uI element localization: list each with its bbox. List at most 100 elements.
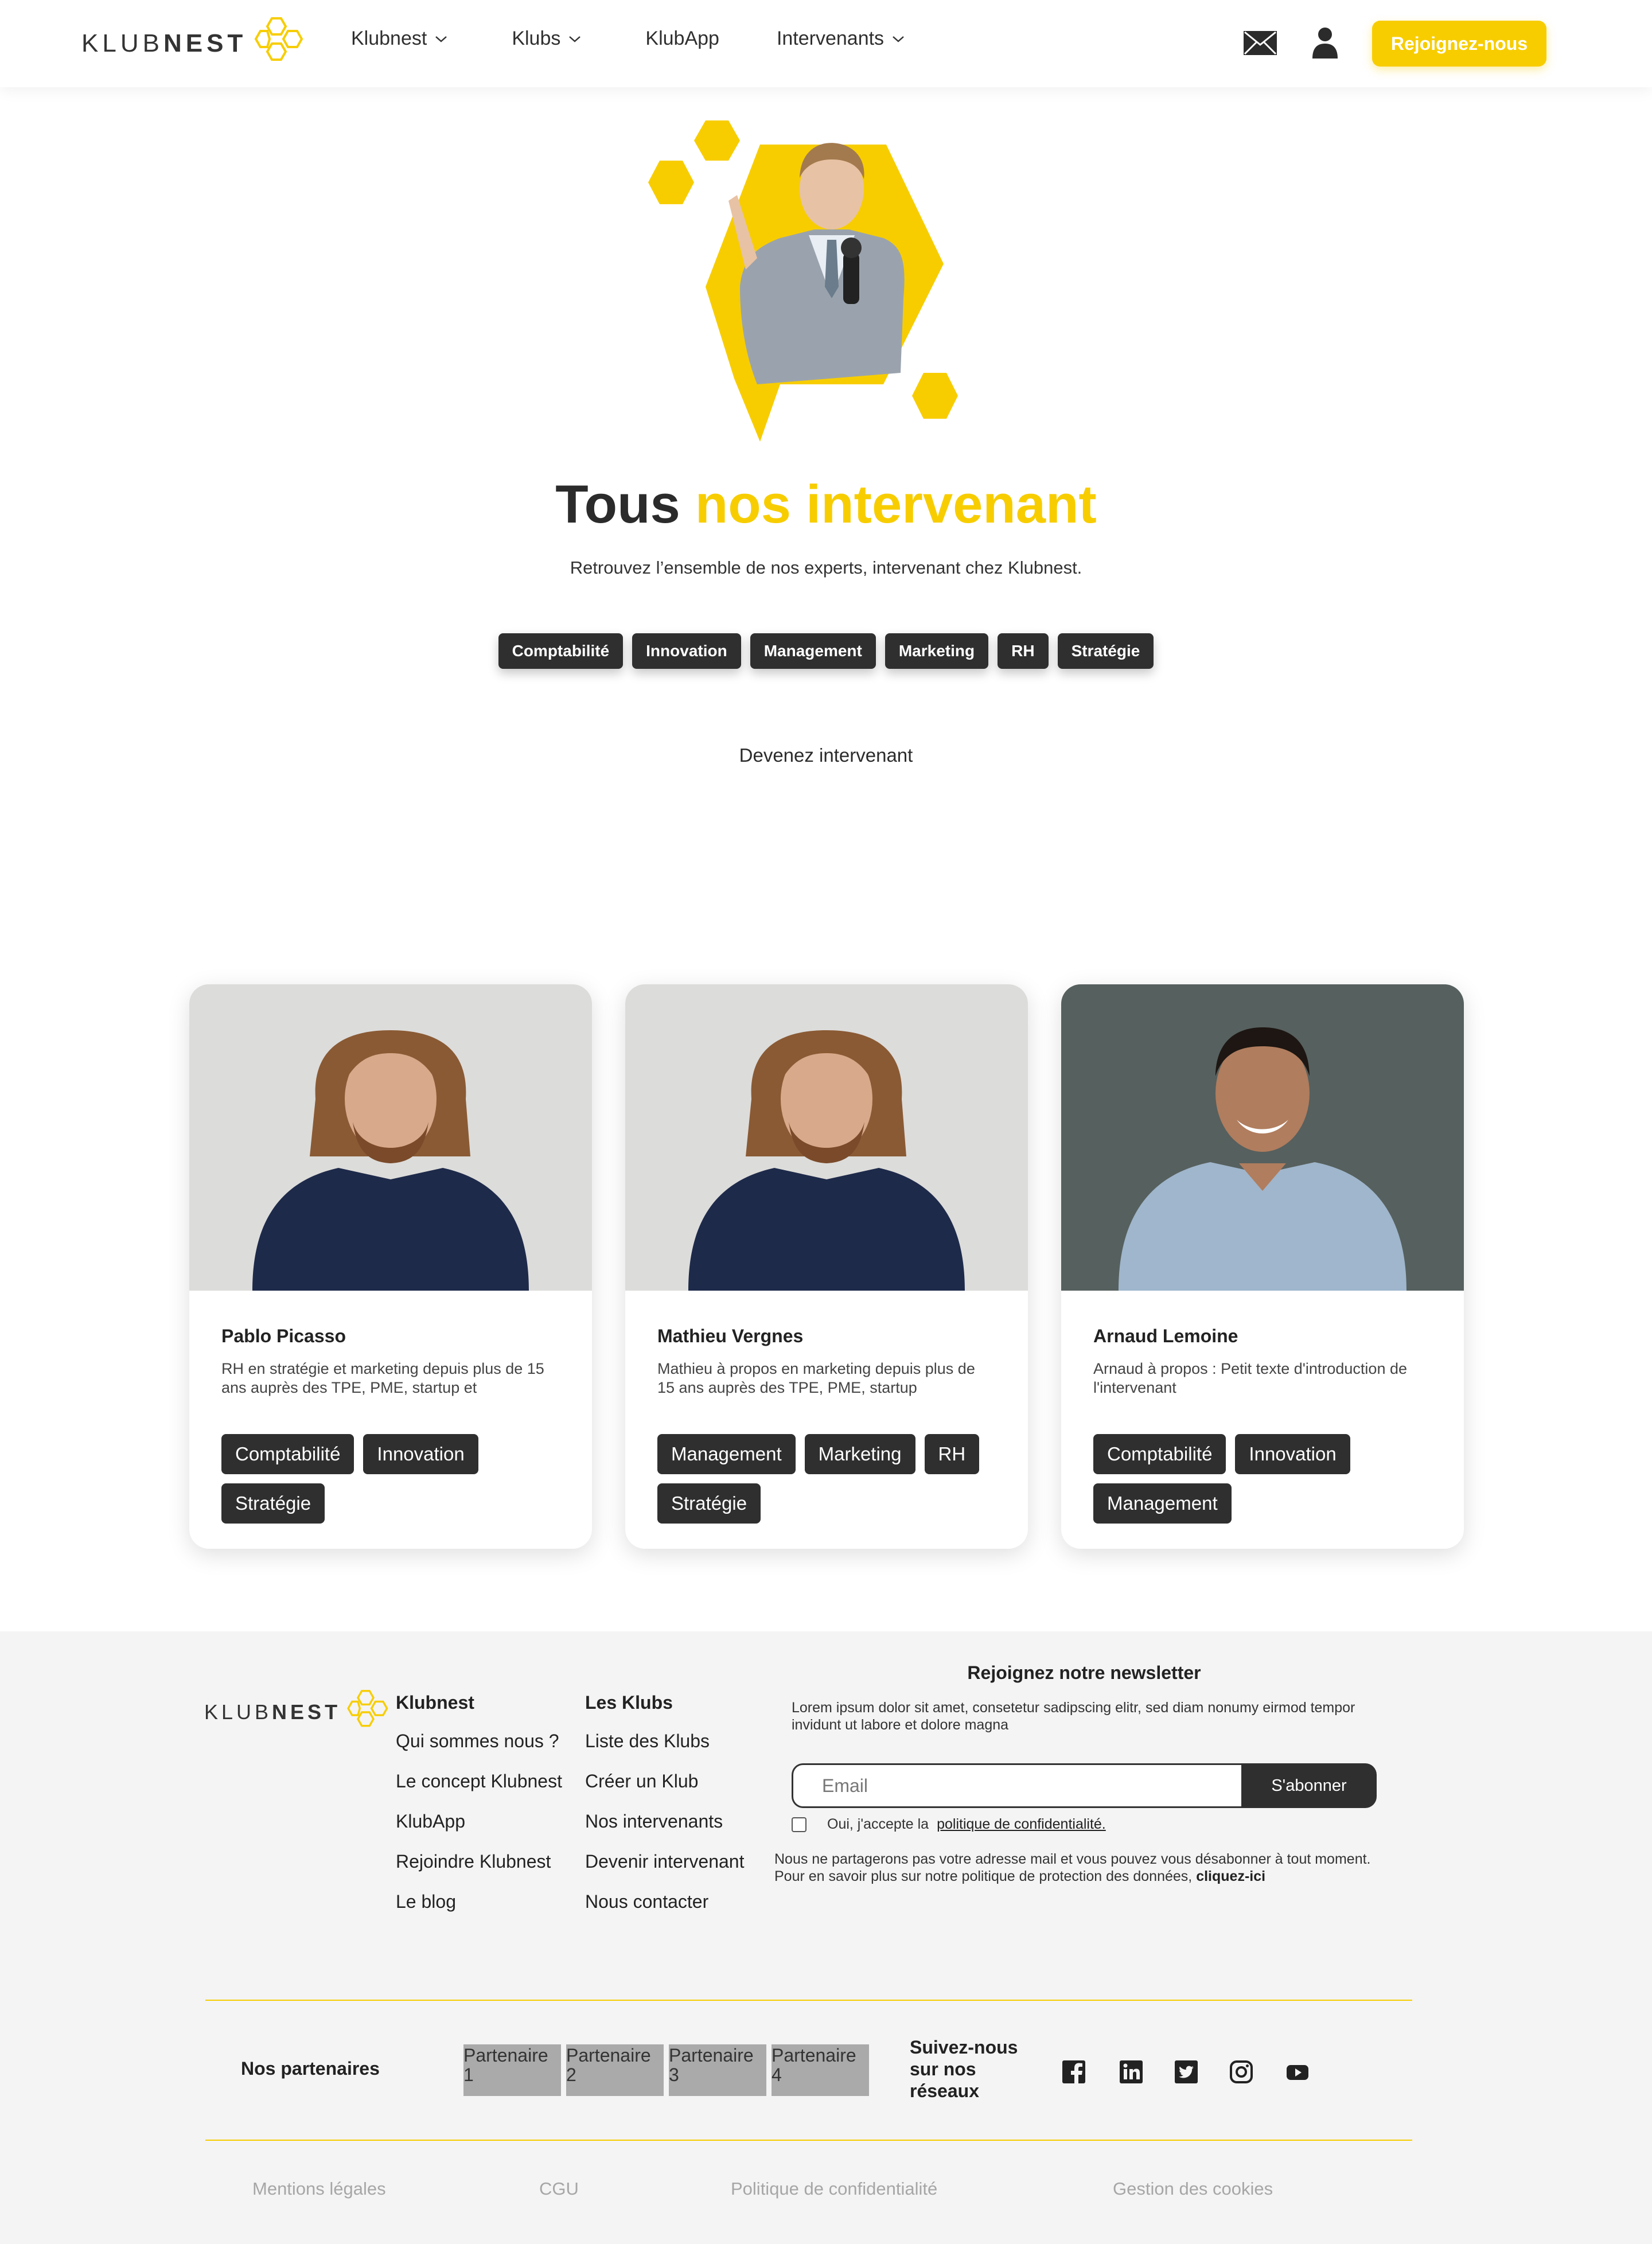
chevron-down-icon (435, 36, 447, 42)
filter-strategie[interactable]: Stratégie (1057, 633, 1154, 669)
partner-logo[interactable]: Partenaire 3 (669, 2044, 766, 2096)
linkedin-icon[interactable] (1119, 2059, 1144, 2085)
become-speaker-row: Devenez intervenant (0, 745, 1652, 766)
chevron-down-icon (893, 36, 904, 42)
legal-link-cookies[interactable]: Gestion des cookies (1113, 2179, 1273, 2199)
footer-link[interactable]: Qui sommes nous ? (396, 1731, 562, 1771)
speaker-tags: Comptabilité Innovation Management (1093, 1434, 1432, 1524)
speaker-description: Mathieu à propos en marketing depuis plu… (657, 1360, 975, 1396)
consent-checkbox[interactable] (792, 1817, 806, 1832)
footer-link[interactable]: Nos intervenants (585, 1811, 744, 1851)
nav-item-klubapp[interactable]: KlubApp (645, 28, 719, 50)
tag-management[interactable]: Management (657, 1434, 796, 1474)
tag-innovation[interactable]: Innovation (363, 1434, 478, 1474)
filter-innovation[interactable]: Innovation (632, 633, 741, 669)
expertise-filter-bar: Comptabilité Innovation Management Marke… (0, 633, 1652, 669)
twitter-icon[interactable] (1174, 2059, 1199, 2085)
footer-column-klubs: Les Klubs Liste des Klubs Créer un Klub … (585, 1692, 744, 1931)
footer-column-title: Les Klubs (585, 1692, 673, 1713)
speaker-card[interactable]: Mathieu Vergnes Mathieu à propos en mark… (625, 984, 1028, 1549)
footer-logo[interactable]: KLUBNEST (204, 1689, 389, 1736)
youtube-icon[interactable] (1285, 2059, 1310, 2085)
footer-link[interactable]: Liste des Klubs (585, 1731, 744, 1771)
legal-link-privacy[interactable]: Politique de confidentialité (731, 2179, 937, 2199)
filter-comptabilite[interactable]: Comptabilité (498, 633, 624, 669)
tag-innovation[interactable]: Innovation (1235, 1434, 1350, 1474)
footer-divider (205, 2140, 1412, 2141)
subscribe-button[interactable]: S'abonner (1241, 1763, 1377, 1808)
filter-rh[interactable]: RH (998, 633, 1049, 669)
partner-logo[interactable]: Partenaire 4 (772, 2044, 869, 2096)
logo-honeycomb-icon (255, 17, 303, 61)
speaker-name: Arnaud Lemoine (1093, 1326, 1238, 1346)
logo-wordmark: KLUBNEST (204, 1700, 341, 1724)
title-plain: Tous (555, 474, 680, 534)
tag-comptabilite[interactable]: Comptabilité (1093, 1434, 1226, 1474)
speaker-tags: Comptabilité Innovation Stratégie (221, 1434, 560, 1524)
title-accent: nos intervenant (695, 474, 1097, 534)
newsletter-disclaimer: Nous ne partagerons pas votre adresse ma… (774, 1850, 1388, 1885)
footer-column-title: Klubnest (396, 1692, 474, 1713)
main-nav: Klubnest Klubs KlubApp Intervenants (351, 28, 905, 50)
footer-link[interactable]: KlubApp (396, 1811, 562, 1851)
speaker-name: Pablo Picasso (221, 1326, 346, 1346)
newsletter-text: Lorem ipsum dolor sit amet, consetetur s… (792, 1700, 1355, 1733)
footer-link[interactable]: Le blog (396, 1891, 562, 1931)
mail-icon[interactable] (1242, 30, 1278, 56)
become-speaker-link[interactable]: Devenez intervenant (739, 745, 913, 766)
filter-management[interactable]: Management (750, 633, 876, 669)
site-logo[interactable]: KLUBNEST (81, 16, 304, 71)
footer-link[interactable]: Créer un Klub (585, 1771, 744, 1811)
disclaimer-text: Nous ne partagerons pas votre adresse ma… (774, 1851, 1371, 1884)
nav-label: Klubnest (351, 28, 427, 49)
data-policy-link[interactable]: cliquez-ici (1196, 1868, 1265, 1884)
nav-item-klubnest[interactable]: Klubnest (351, 28, 447, 50)
tag-comptabilite[interactable]: Comptabilité (221, 1434, 354, 1474)
nav-item-intervenants[interactable]: Intervenants (777, 28, 905, 50)
speaker-card[interactable]: Pablo Picasso RH en stratégie et marketi… (189, 984, 592, 1549)
footer-divider (205, 2000, 1412, 2001)
newsletter-consent: Oui, j'accepte la politique de confident… (792, 1816, 1106, 1833)
privacy-policy-link[interactable]: politique de confidentialité. (937, 1816, 1106, 1833)
facebook-icon[interactable] (1061, 2059, 1086, 2085)
speaker-photo (189, 984, 592, 1291)
tag-management[interactable]: Management (1093, 1483, 1232, 1524)
footer-link[interactable]: Devenir intervenant (585, 1851, 744, 1891)
speaker-name: Mathieu Vergnes (657, 1326, 804, 1346)
newsletter-title: Rejoignez notre newsletter (967, 1662, 1201, 1683)
legal-link-mentions[interactable]: Mentions légales (252, 2179, 386, 2199)
nav-label: Klubs (512, 28, 561, 49)
logo-honeycomb-icon (347, 1690, 388, 1727)
filter-marketing[interactable]: Marketing (885, 633, 989, 669)
consent-label: Oui, j'accepte la (827, 1816, 929, 1832)
tag-strategie[interactable]: Stratégie (221, 1483, 325, 1524)
tag-marketing[interactable]: Marketing (804, 1434, 915, 1474)
user-icon[interactable] (1311, 26, 1339, 60)
page-subtitle: Retrouvez l’ensemble de nos experts, int… (570, 558, 1082, 578)
partner-logo[interactable]: Partenaire 2 (566, 2044, 664, 2096)
site-footer: KLUBNEST Klubnest Qui sommes nous ? Le c… (0, 1631, 1652, 2244)
footer-link[interactable]: Le concept Klubnest (396, 1771, 562, 1811)
partners-label: Nos partenaires (241, 2058, 380, 2079)
instagram-icon[interactable] (1229, 2059, 1254, 2085)
newsletter-email-input[interactable] (792, 1763, 1241, 1808)
nav-label: KlubApp (645, 28, 719, 49)
speaker-description: Arnaud à propos : Petit texte d'introduc… (1093, 1360, 1408, 1396)
footer-column-klubnest: Klubnest Qui sommes nous ? Le concept Kl… (396, 1692, 562, 1931)
legal-link-cgu[interactable]: CGU (539, 2179, 579, 2199)
speaker-tags: Management Marketing RH Stratégie (657, 1434, 996, 1524)
footer-link[interactable]: Rejoindre Klubnest (396, 1851, 562, 1891)
speaker-photo (625, 984, 1028, 1291)
nav-item-klubs[interactable]: Klubs (512, 28, 581, 50)
speaker-card[interactable]: Arnaud Lemoine Arnaud à propos : Petit t… (1061, 984, 1464, 1549)
tag-strategie[interactable]: Stratégie (657, 1483, 761, 1524)
nav-label: Intervenants (776, 28, 885, 49)
partner-logo[interactable]: Partenaire 1 (463, 2044, 561, 2096)
join-button[interactable]: Rejoignez-nous (1372, 21, 1546, 67)
logo-wordmark: KLUBNEST (81, 29, 247, 57)
footer-link[interactable]: Nous contacter (585, 1891, 744, 1931)
site-header: KLUBNEST Klubnest Klubs KlubApp Interven… (0, 0, 1652, 87)
speaker-photo (1061, 984, 1464, 1291)
tag-rh[interactable]: RH (924, 1434, 980, 1474)
page-title: Tous nos intervenant (0, 473, 1652, 535)
